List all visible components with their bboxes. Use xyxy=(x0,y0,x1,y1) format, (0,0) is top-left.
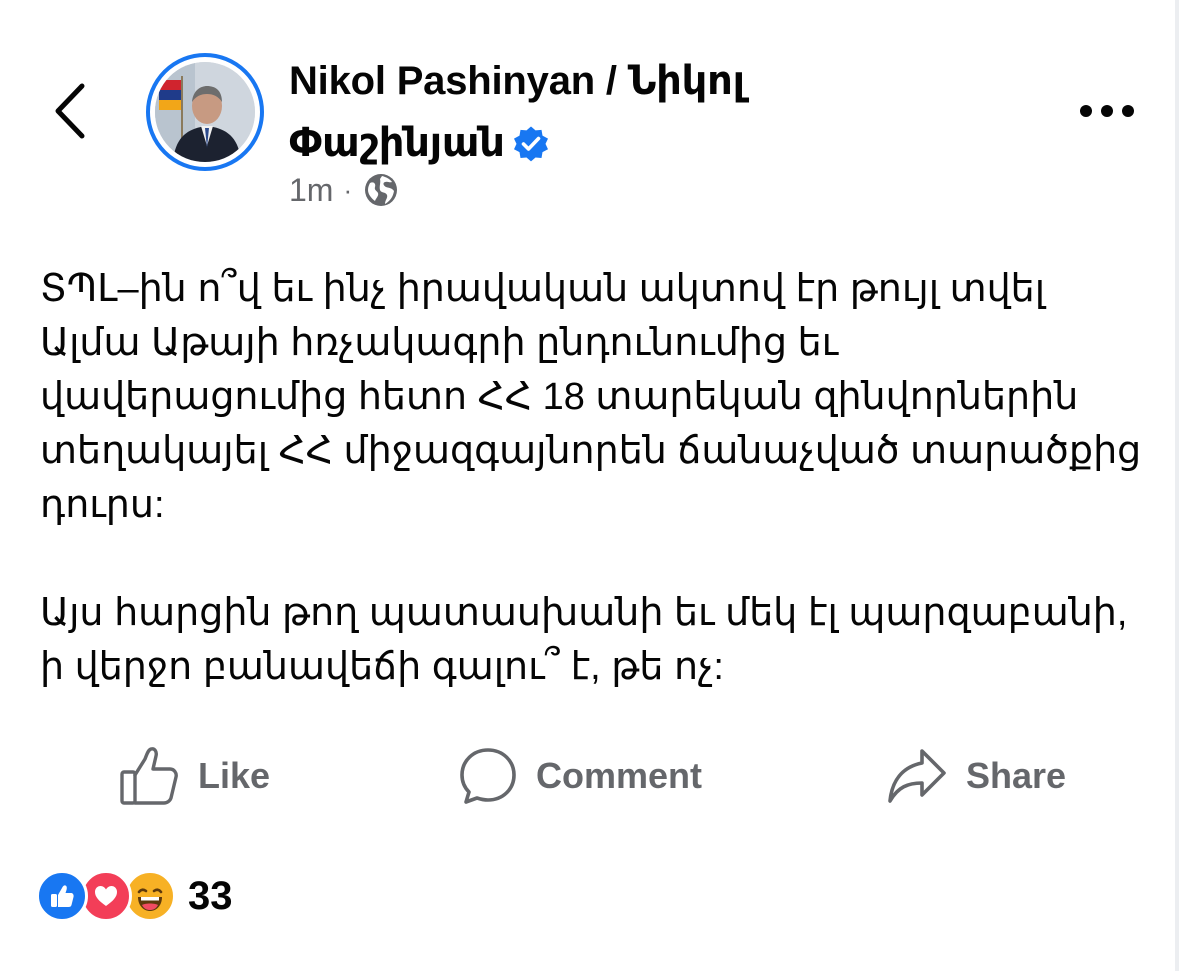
dot-icon xyxy=(1122,105,1134,117)
post-header: Nikol Pashinyan / Նիկոլ Փաշինյան 1m · xyxy=(0,0,1179,230)
verified-badge-icon xyxy=(513,126,548,162)
like-label: Like xyxy=(198,755,271,796)
more-options-button[interactable] xyxy=(1080,96,1140,126)
separator-dot: · xyxy=(343,174,353,205)
thumbs-up-icon xyxy=(120,747,178,805)
back-button[interactable] xyxy=(46,76,102,146)
avatar[interactable] xyxy=(146,53,264,171)
dot-icon xyxy=(1080,105,1092,117)
dot-icon xyxy=(1101,105,1113,117)
share-label: Share xyxy=(966,755,1067,796)
comment-button[interactable]: Comment xyxy=(458,740,702,812)
comment-bubble-icon xyxy=(460,748,516,804)
post-meta: 1m · xyxy=(289,168,400,212)
post-paragraph: Այս հարցին թող պատասխանի եւ մեկ էլ պարզա… xyxy=(40,592,1128,688)
post-actions: Like Comment Share xyxy=(0,740,1179,812)
author-name[interactable]: Nikol Pashinyan / Նիկոլ Փաշինյան xyxy=(289,50,929,174)
post-paragraph: ՏՊԼ–ին ո՞վ եւ ինչ իրավական ակտով էր թույ… xyxy=(40,268,1142,526)
reaction-summary[interactable]: 33 xyxy=(36,866,233,926)
chevron-left-icon xyxy=(55,83,85,139)
avatar-photo xyxy=(155,62,255,162)
globe-icon xyxy=(365,174,398,206)
post-text: ՏՊԼ–ին ո՞վ եւ ինչ իրավական ակտով էր թույ… xyxy=(40,262,1150,694)
post-time[interactable]: 1m xyxy=(289,172,333,209)
like-reaction-icon xyxy=(36,870,88,922)
share-button[interactable]: Share xyxy=(886,740,1066,812)
like-button[interactable]: Like xyxy=(118,740,270,812)
share-arrow-icon xyxy=(888,749,946,803)
reaction-count: 33 xyxy=(188,873,233,918)
comment-label: Comment xyxy=(536,755,703,796)
